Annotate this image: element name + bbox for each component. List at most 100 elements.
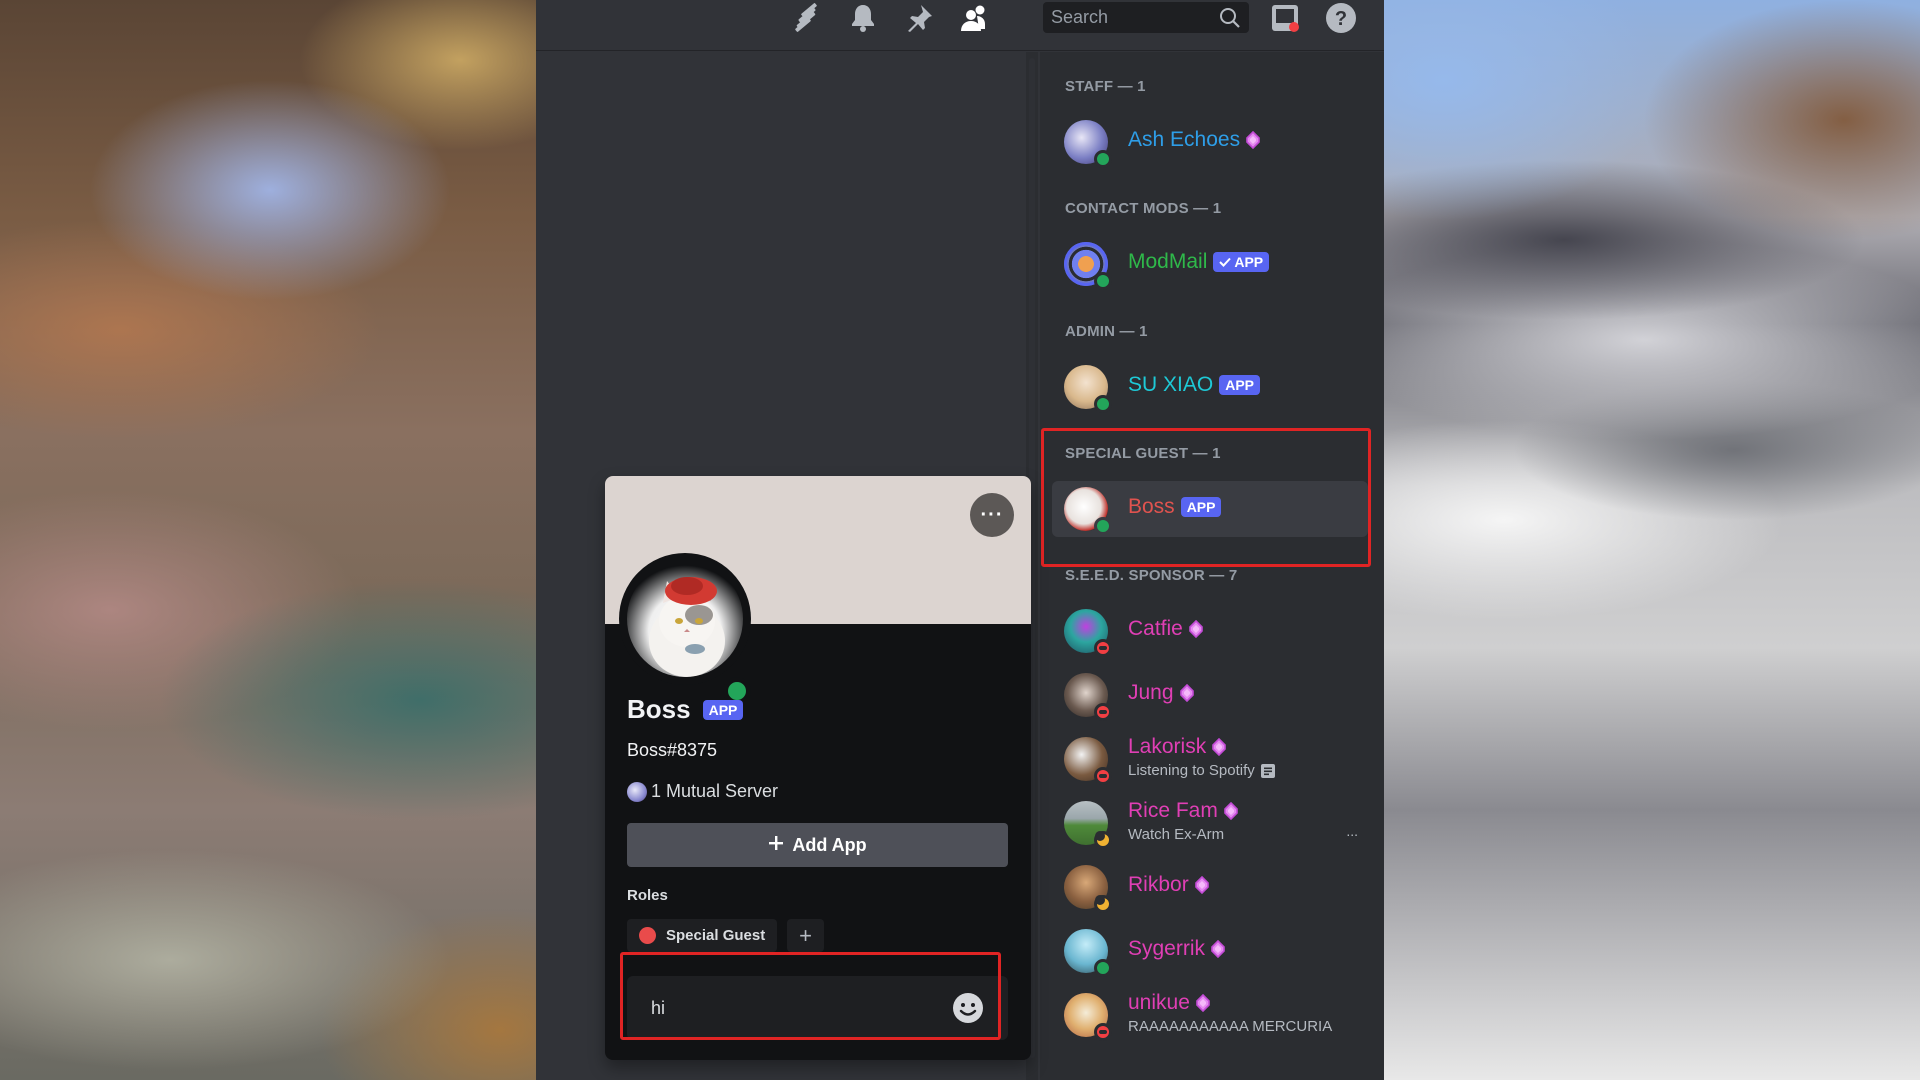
status-idle-icon: [1094, 895, 1112, 913]
search-placeholder: Search: [1051, 7, 1109, 27]
status-idle-icon: [1094, 831, 1112, 849]
member-name-text: Rikbor: [1128, 873, 1189, 896]
server-icon: [627, 781, 647, 802]
mutual-servers-link[interactable]: 1 Mutual Server: [627, 781, 778, 802]
member-item-catfie[interactable]: Catfie: [1052, 603, 1368, 659]
member-name: Rice Fam: [1128, 799, 1238, 823]
cat-avatar-image: [627, 561, 743, 677]
user-profile-popout: ··· Boss APP Boss#8375 1 Mutual Server A…: [605, 476, 1031, 1060]
member-name-text: Ash Echoes: [1128, 128, 1241, 151]
member-name-text: SU XIAO: [1128, 373, 1214, 396]
server-boost-gem-icon: [1212, 738, 1227, 756]
status-online-icon: [1094, 150, 1112, 168]
member-list: STAFF — 1 Ash Echoes CONTACT MODS — 1 ModMa…: [1040, 52, 1384, 1080]
smiley-icon: [953, 993, 983, 1023]
mutual-servers-label: 1 Mutual Server: [651, 781, 779, 801]
member-item-modmail[interactable]: ModMail APP: [1052, 236, 1368, 292]
message-box: [627, 976, 1008, 1040]
status-dnd-icon: [1094, 1023, 1112, 1041]
role-chip-special-guest[interactable]: Special Guest: [627, 919, 778, 952]
member-name: Jung: [1128, 681, 1194, 705]
threads-icon[interactable]: [791, 2, 823, 34]
member-activity: Watch Ex-Arm: [1128, 826, 1225, 843]
status-online-icon: [1094, 517, 1112, 535]
member-name-text: Jung: [1128, 681, 1174, 704]
members-icon[interactable]: [959, 2, 991, 34]
verified-check-icon: [1219, 256, 1232, 268]
plus-icon: [768, 835, 784, 856]
member-item-unikue[interactable]: unikue RAAAAAAAAAAA MERCURIA: [1052, 987, 1368, 1043]
ellipsis-icon: ···: [980, 503, 1004, 526]
member-item-lakorisk[interactable]: Lakorisk Listening to Spotify: [1052, 731, 1368, 787]
status-dnd-icon: [1094, 639, 1112, 657]
member-name-text: Lakorisk: [1128, 735, 1207, 758]
app-badge: APP: [1213, 252, 1270, 272]
pin-icon[interactable]: [903, 2, 935, 34]
member-item-sygerrik[interactable]: Sygerrik: [1052, 923, 1368, 979]
server-boost-gem-icon: [1189, 620, 1203, 638]
server-boost-gem-icon: [1179, 684, 1194, 702]
member-activity: Listening to Spotify: [1128, 762, 1275, 779]
bell-icon[interactable]: [847, 2, 879, 34]
add-app-button[interactable]: Add App: [627, 823, 1008, 867]
message-input[interactable]: [627, 976, 957, 1040]
help-icon[interactable]: ?: [1325, 2, 1357, 34]
profile-display-name: Boss APP: [627, 694, 744, 725]
member-item-ash-echoes[interactable]: Ash Echoes: [1052, 114, 1368, 170]
member-name-text: Rice Fam: [1128, 799, 1218, 822]
member-item-boss[interactable]: Boss APP: [1052, 481, 1368, 537]
server-boost-gem-icon: [1211, 940, 1225, 958]
member-name: Ash Echoes: [1128, 128, 1260, 152]
member-item-su-xiao[interactable]: SU XIAO APP: [1052, 359, 1368, 415]
status-online-icon: [1094, 272, 1112, 290]
member-item-jung[interactable]: Jung: [1052, 667, 1368, 723]
roles-heading: Roles: [627, 887, 668, 904]
add-role-button[interactable]: +: [787, 919, 824, 952]
add-app-label: Add App: [792, 834, 867, 855]
member-item-rikbor[interactable]: Rikbor: [1052, 859, 1368, 915]
member-name-text: unikue: [1128, 991, 1190, 1014]
profile-username: Boss#8375: [627, 740, 718, 760]
search-input[interactable]: Search: [1043, 2, 1249, 33]
role-name: Special Guest: [666, 927, 766, 944]
member-name-text: ModMail: [1128, 250, 1208, 273]
member-name: unikue: [1128, 991, 1210, 1015]
member-more-options[interactable]: ...: [1346, 823, 1358, 839]
member-name-text: Sygerrik: [1128, 937, 1206, 960]
role-color-dot: [639, 927, 656, 944]
member-section-header: S.E.E.D. SPONSOR — 7: [1065, 567, 1238, 584]
member-name: Boss APP: [1128, 495, 1222, 519]
app-badge: APP: [702, 699, 744, 720]
search-icon: [1219, 7, 1241, 39]
member-item-rice-fam[interactable]: Rice Fam Watch Ex-Arm...: [1052, 795, 1368, 851]
server-boost-gem-icon: [1246, 131, 1260, 149]
status-dnd-icon: [1094, 767, 1112, 785]
member-activity: RAAAAAAAAAAA MERCURIA: [1128, 1018, 1333, 1035]
member-name-text: Catfie: [1128, 617, 1183, 640]
channel-header: Search ?: [536, 0, 1384, 51]
discord-window: Search ? STAFF — 1 Ash Echoes CONTACT MODS…: [536, 0, 1384, 1080]
member-section-header: SPECIAL GUEST — 1: [1065, 445, 1221, 462]
status-dnd-icon: [1094, 703, 1112, 721]
server-boost-gem-icon: [1196, 994, 1210, 1012]
member-section-header: STAFF — 1: [1065, 78, 1146, 95]
status-online-icon: [1094, 959, 1112, 977]
status-online-icon: [1094, 395, 1112, 413]
app-badge: APP: [1180, 497, 1222, 517]
rich-presence-icon: [1260, 763, 1275, 778]
app-badge: APP: [1219, 375, 1260, 395]
inbox-icon[interactable]: [1269, 2, 1301, 34]
member-name: Catfie: [1128, 617, 1203, 641]
member-name: ModMail APP: [1128, 250, 1270, 274]
member-section-header: CONTACT MODS — 1: [1065, 200, 1222, 217]
server-boost-gem-icon: [1224, 802, 1238, 820]
member-name: Lakorisk: [1128, 735, 1227, 759]
member-name: Rikbor: [1128, 873, 1209, 897]
member-name: Sygerrik: [1128, 937, 1225, 961]
emoji-button[interactable]: [952, 992, 984, 1024]
member-name-text: Boss: [1128, 495, 1175, 518]
member-section-header: ADMIN — 1: [1065, 323, 1148, 340]
profile-avatar[interactable]: [619, 553, 751, 705]
more-options-button[interactable]: ···: [970, 493, 1014, 537]
svg-text:?: ?: [1335, 8, 1347, 30]
